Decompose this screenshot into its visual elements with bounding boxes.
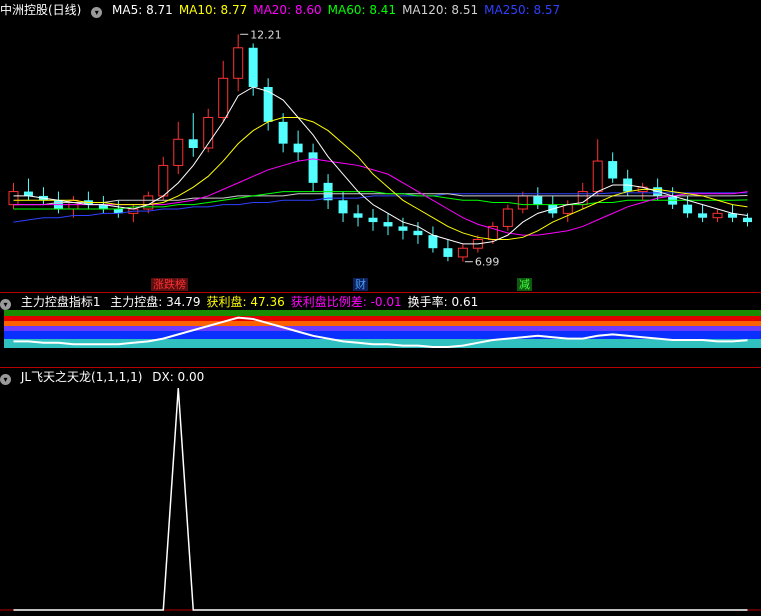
ma-label-1: MA10: 8.77 (178, 3, 248, 17)
candle-body (233, 47, 244, 79)
candle-body (248, 47, 258, 87)
event-tag-1[interactable]: 涨跌榜 (151, 278, 188, 291)
main-chart-header: 中洲控股(日线) ▾ MA5: 8.71 MA10: 8.77 MA20: 8.60… (0, 2, 572, 18)
candle-body (338, 200, 348, 214)
candle-body (23, 191, 33, 196)
candle-body (683, 204, 693, 214)
event-tag-3[interactable]: 减 (517, 278, 532, 291)
band-1 (4, 316, 761, 321)
candle-body (263, 87, 273, 122)
control-indicator-chart[interactable] (0, 310, 761, 366)
candle-body (383, 222, 393, 227)
panel-divider-2[interactable] (0, 367, 761, 368)
ma-label-2: MA20: 8.60 (253, 3, 322, 17)
candle-body (428, 235, 438, 249)
indicator2-values: DX: 0.00 (152, 370, 210, 384)
indicator2-title[interactable]: JL飞天之天龙(1,1,1,1) (21, 370, 143, 384)
candle-body (293, 143, 303, 153)
candle-body (608, 161, 618, 179)
candle-body (278, 121, 288, 144)
candle-body (457, 247, 468, 258)
candle-body (398, 226, 408, 231)
candle-body (368, 217, 378, 223)
candle-body (743, 217, 753, 223)
candle-body (218, 77, 229, 118)
dx-line (13, 387, 748, 611)
ma-label-4: MA120: 8.51 (402, 3, 479, 17)
panel-divider-1[interactable] (0, 292, 761, 293)
candle-body (502, 208, 513, 227)
ma5-line (13, 86, 748, 245)
ma20-line (13, 158, 748, 236)
candle-body (188, 139, 198, 148)
candle-body (353, 213, 363, 218)
indicator1-header: ▾ 主力控盘指标1 主力控盘: 34.79 获利盘: 47.36 获利盘比例差: -… (0, 294, 490, 310)
high-price-label: 12.21 (250, 28, 282, 41)
settings-icon[interactable]: ▾ (0, 374, 11, 385)
indicator1-value-1: 获利盘: 47.36 (206, 295, 285, 309)
ma120-line (13, 193, 748, 206)
indicator1-values: 主力控盘: 34.79 获利盘: 47.36 获利盘比例差: -0.01 换手率: 0… (110, 295, 484, 309)
ma-label-0: MA5: 8.71 (112, 3, 173, 17)
indicator1-value-3: 换手率: 0.61 (407, 295, 479, 309)
candle-body (592, 160, 603, 193)
ma10-line (13, 117, 748, 240)
ma-label-5: MA250: 8.57 (484, 3, 561, 17)
candle-body (517, 195, 528, 210)
candle-body (413, 230, 423, 236)
indicator1-value-2: 获利盘比例差: -0.01 (290, 295, 402, 309)
indicator2-value-0: DX: 0.00 (152, 370, 205, 384)
settings-icon[interactable]: ▾ (91, 7, 103, 18)
indicator1-title[interactable]: 主力控盘指标1 (21, 295, 101, 309)
candle-body (173, 138, 184, 166)
band-2 (4, 321, 761, 326)
stock-title[interactable]: 中洲控股(日线) (0, 3, 81, 17)
settings-icon[interactable]: ▾ (0, 299, 11, 310)
candle-body (712, 212, 723, 219)
indicator1-value-0: 主力控盘: 34.79 (110, 295, 201, 309)
band-3 (4, 326, 761, 331)
candle-body (698, 213, 708, 218)
candle-body (443, 248, 453, 257)
candle-body (8, 191, 19, 206)
candlestick-chart[interactable]: 12.21 6.99 (0, 18, 761, 292)
indicator2-header: ▾ JL飞天之天龙(1,1,1,1) DX: 0.00 (0, 369, 216, 385)
candle-body (158, 164, 169, 197)
event-tag-2[interactable]: 财 (353, 278, 368, 291)
candle-body (533, 195, 543, 205)
ma-legend: MA5: 8.71 MA10: 8.77 MA20: 8.60 MA60: 8.41 M… (112, 3, 566, 17)
candle-body (308, 152, 318, 183)
ma-label-3: MA60: 8.41 (327, 3, 397, 17)
low-price-label: 6.99 (475, 256, 500, 269)
band-0 (4, 310, 761, 316)
dx-indicator-chart[interactable] (0, 386, 761, 614)
